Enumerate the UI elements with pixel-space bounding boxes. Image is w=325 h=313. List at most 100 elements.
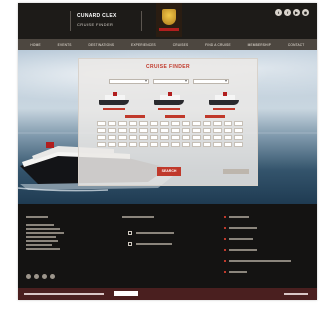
nav-item-contact[interactable]: CONTACT [288,43,305,47]
bullet-icon [224,216,226,218]
footer-link[interactable] [229,216,249,218]
calendar-cell[interactable] [118,121,127,126]
calendar-cell[interactable] [149,135,159,140]
calendar-cell[interactable] [223,121,233,126]
twitter-icon[interactable] [26,274,31,279]
bottom-link[interactable] [284,293,308,295]
calendar-cell[interactable] [202,121,212,126]
footer-link[interactable] [229,249,257,251]
rss-icon[interactable] [50,274,55,279]
facebook-icon[interactable] [34,274,39,279]
calendar-cell[interactable] [149,121,159,126]
calendar-cell[interactable] [181,121,191,126]
nav-item-destinations[interactable]: DESTINATIONS [88,43,114,47]
date-select[interactable]: ▾ [153,78,189,84]
calendar-cell[interactable] [181,142,191,147]
footer-link[interactable] [229,271,247,273]
calendar-cell[interactable] [107,128,117,133]
ship-tag [158,108,180,110]
calendar-cell[interactable] [107,142,117,147]
newsletter-checkbox[interactable] [128,231,132,235]
nav-item-find-a-cruise[interactable]: FIND A CRUISE [205,43,231,47]
calendar-cell[interactable] [202,128,212,133]
calendar-cell[interactable] [118,135,127,140]
calendar-cell[interactable] [213,142,222,147]
reset-link[interactable] [223,169,249,174]
calendar-cell[interactable] [181,128,191,133]
calendar-cell[interactable] [170,142,180,147]
calendar-cell[interactable] [149,128,159,133]
calendar-cell[interactable] [223,128,233,133]
calendar-cell[interactable] [97,142,106,147]
ship-tag [103,108,125,110]
calendar-cell[interactable] [107,135,117,140]
footer-link[interactable] [229,227,257,229]
calendar-cell[interactable] [139,128,148,133]
nav-item-membership[interactable]: MEMBERSHIP [248,43,271,47]
calendar-cell[interactable] [128,121,138,126]
calendar-cell[interactable] [213,135,222,140]
calendar-cell[interactable] [128,142,138,147]
calendar-cell[interactable] [160,128,169,133]
page: CUNARD CLEX CRUISE FINDER t f ▶ ◉ HOME E… [18,3,317,300]
calendar-cell[interactable] [118,128,127,133]
calendar-cell[interactable] [128,128,138,133]
calendar-cell[interactable] [192,121,201,126]
destination-select[interactable]: ▾ [109,78,149,84]
ship-option[interactable] [154,92,184,110]
calendar-cell[interactable] [192,128,201,133]
twitter-icon[interactable]: t [275,9,282,16]
chevron-down-icon: ▾ [224,78,227,83]
address-line [26,240,58,242]
nav-item-home[interactable]: HOME [30,43,40,47]
calendar-cell[interactable] [97,121,106,126]
newsletter-input[interactable] [114,291,138,296]
calendar-cell[interactable] [213,128,222,133]
calendar-cell[interactable] [128,135,138,140]
ship-option[interactable] [209,92,239,110]
calendar-cell[interactable] [223,142,233,147]
calendar-cell[interactable] [160,135,169,140]
calendar-cell[interactable] [170,121,180,126]
calendar-cell[interactable] [170,135,180,140]
crest-logo[interactable] [156,3,182,37]
calendar-cell[interactable] [213,121,222,126]
calendar-cell[interactable] [234,135,243,140]
search-button[interactable]: SEARCH [157,167,181,176]
footer-link[interactable] [229,238,253,240]
calendar-cell[interactable] [139,121,148,126]
calendar-cell[interactable] [139,135,148,140]
calendar-cell[interactable] [234,128,243,133]
calendar-cell[interactable] [234,142,243,147]
brand-logo[interactable]: CUNARD CLEX CRUISE FINDER [70,11,142,31]
ship-select[interactable]: ▾ [193,78,229,84]
calendar-cell[interactable] [234,121,243,126]
calendar-cell[interactable] [160,121,169,126]
calendar-cell[interactable] [192,135,201,140]
calendar-cell[interactable] [139,142,148,147]
nav-item-cruises[interactable]: CRUISES [173,43,189,47]
calendar-cell[interactable] [223,135,233,140]
calendar-cell[interactable] [149,142,159,147]
calendar-cell[interactable] [202,135,212,140]
calendar-cell[interactable] [192,142,201,147]
calendar-cell[interactable] [170,128,180,133]
calendar-cell[interactable] [107,121,117,126]
calendar-cell[interactable] [181,135,191,140]
footer-link[interactable] [229,260,291,262]
ship-hull [209,100,239,105]
ship-option[interactable] [99,92,129,110]
calendar-cell[interactable] [160,142,169,147]
calendar-cell[interactable] [97,128,106,133]
calendar-cell[interactable] [202,142,212,147]
newsletter-checkbox[interactable] [128,242,132,246]
nav-item-events[interactable]: EVENTS [58,43,72,47]
address-line [26,232,64,234]
facebook-icon[interactable]: f [284,9,291,16]
calendar-cell[interactable] [97,135,106,140]
nav-item-experiences[interactable]: EXPERIENCES [131,43,156,47]
youtube-icon[interactable]: ▶ [293,9,300,16]
rss-icon[interactable]: ◉ [302,9,309,16]
calendar-cell[interactable] [118,142,127,147]
youtube-icon[interactable] [42,274,47,279]
